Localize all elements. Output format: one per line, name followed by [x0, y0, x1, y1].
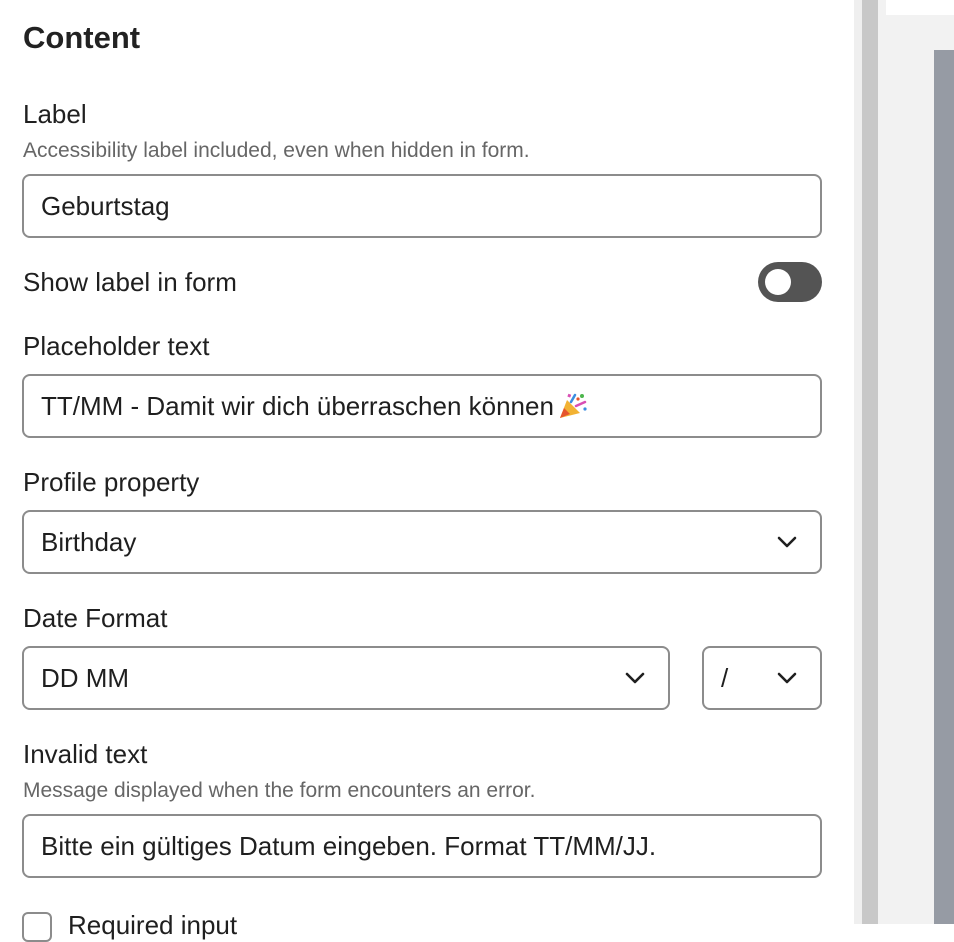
required-input-checkbox[interactable] [22, 912, 52, 942]
label-input[interactable]: Geburtstag [22, 174, 822, 238]
date-format-label: Date Format [23, 603, 168, 633]
invalid-text-hint: Message displayed when the form encounte… [23, 779, 536, 802]
date-format-value: DD MM [41, 662, 130, 693]
invalid-text-value: Bitte ein gültiges Datum eingeben. Forma… [41, 830, 657, 861]
chevron-down-icon [625, 672, 645, 684]
canvas-top-strip [886, 0, 954, 15]
invalid-text-input[interactable]: Bitte ein gültiges Datum eingeben. Forma… [22, 814, 822, 878]
content-settings-panel: Content Label Accessibility label includ… [0, 0, 854, 942]
placeholder-field-label: Placeholder text [23, 331, 210, 361]
toggle-knob [765, 269, 791, 295]
panel-scrollbar-thumb[interactable] [862, 0, 878, 924]
show-label-toggle[interactable] [758, 262, 822, 302]
form-preview [934, 50, 954, 924]
profile-property-value: Birthday [41, 526, 137, 557]
label-field-hint: Accessibility label included, even when … [23, 139, 530, 162]
date-format-select[interactable]: DD MM [22, 646, 670, 710]
panel-scrollbar-track [854, 0, 862, 924]
required-input-label: Required input [68, 910, 238, 940]
section-heading: Content [23, 20, 141, 55]
date-separator-value: / [721, 662, 729, 693]
profile-property-select[interactable]: Birthday [22, 510, 822, 574]
show-label-text: Show label in form [23, 267, 237, 297]
profile-property-label: Profile property [23, 467, 200, 497]
party-popper-icon [559, 393, 587, 418]
placeholder-input[interactable]: TT/MM - Damit wir dich überraschen könne… [22, 374, 822, 438]
placeholder-input-value: TT/MM - Damit wir dich überraschen könne… [41, 390, 554, 421]
chevron-down-icon [777, 672, 797, 684]
label-field-label: Label [23, 99, 87, 129]
label-input-value: Geburtstag [41, 190, 170, 221]
chevron-down-icon [777, 536, 797, 548]
invalid-text-label: Invalid text [23, 739, 148, 769]
date-separator-select[interactable]: / [702, 646, 822, 710]
